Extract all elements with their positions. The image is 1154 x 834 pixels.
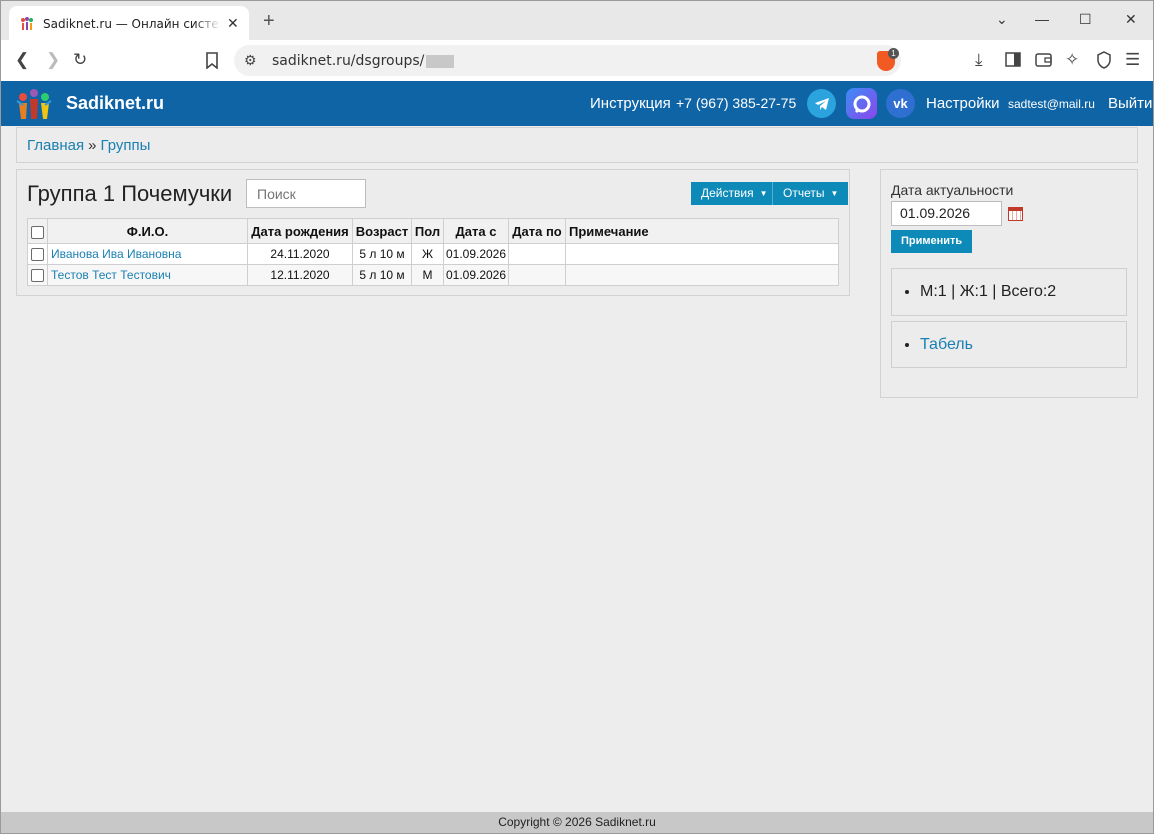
back-icon[interactable]: ❮ [15,50,29,70]
calendar-icon[interactable] [1008,207,1023,221]
sidebar-panel: Дата актуальности 01.09.2026 Применить М… [880,169,1138,398]
date-label: Дата актуальности [891,182,1014,198]
child-name-link[interactable]: Тестов Тест Тестович [51,268,171,282]
sadiknet-logo-icon[interactable] [15,87,53,121]
table-row: Иванова Ива Ивановна 24.11.2020 5 л 10 м… [27,243,839,265]
note-cell [565,264,839,286]
breadcrumb: Главная» Группы [16,127,1138,163]
site-settings-icon[interactable]: ⚙ [244,52,257,69]
column-header-sex[interactable]: Пол [411,218,444,244]
chevron-down-icon: ▼ [759,189,768,199]
date-from-cell: 01.09.2026 [443,264,509,286]
breadcrumb-groups-link[interactable]: Группы [100,137,150,154]
site-header: Sadiknet.ru Инструкция +7 (967) 385-27-7… [0,81,1154,126]
table-header-row: Ф.И.О. Дата рождения Возраст Пол Дата с … [27,218,839,244]
browser-tab-bar: Sadiknet.ru — Онлайн система у ✕ + ⌄ — ☐… [0,0,1154,41]
bookmark-icon[interactable] [205,52,219,69]
tab-title: Sadiknet.ru — Онлайн система у [43,16,221,31]
child-name-cell: Иванова Ива Ивановна [47,243,248,265]
search-input[interactable] [246,179,366,208]
vk-icon[interactable]: vk [886,89,915,118]
date-input[interactable]: 01.09.2026 [891,201,1002,226]
row-checkbox[interactable] [31,269,44,283]
leo-ai-icon[interactable]: ✧ [1065,50,1079,70]
note-cell [565,243,839,265]
reload-icon[interactable]: ↻ [73,50,87,70]
column-header-note[interactable]: Примечание [565,218,839,244]
column-header-birth[interactable]: Дата рождения [247,218,353,244]
column-header-age[interactable]: Возраст [352,218,412,244]
row-select-cell [27,243,48,265]
tab-search-chevron-icon[interactable]: ⌄ [996,11,1008,28]
row-select-cell [27,264,48,286]
close-tab-icon[interactable]: ✕ [227,15,239,32]
group-panel: Группа 1 Почемучки Действия ▼ Отчеты ▼ Ф.И… [16,169,850,296]
select-all-cell [27,218,48,244]
new-tab-icon[interactable]: + [263,10,275,33]
actions-label: Действия [701,186,754,200]
select-all-checkbox[interactable] [31,225,44,239]
breadcrumb-home-link[interactable]: Главная [27,137,84,154]
minimize-icon[interactable]: — [1035,11,1049,27]
vpn-shield-icon[interactable] [1096,51,1112,69]
max-messenger-icon[interactable] [846,88,877,119]
actions-dropdown-button[interactable]: Действия ▼ [691,182,778,205]
sex-cell: М [411,264,444,286]
brand-name[interactable]: Sadiknet.ru [66,93,164,114]
close-window-icon[interactable]: ✕ [1125,11,1137,28]
user-email[interactable]: sadtest@mail.ru [1008,97,1095,111]
phone-number: +7 (967) 385-27-75 [676,95,797,111]
date-from-cell: 01.09.2026 [443,243,509,265]
column-header-name[interactable]: Ф.И.О. [47,218,248,244]
logout-link[interactable]: Выйти [1108,95,1152,112]
birth-date-cell: 24.11.2020 [247,243,353,265]
wallet-icon[interactable] [1035,52,1052,67]
menu-icon[interactable]: ☰ [1125,50,1140,70]
sex-cell: Ж [411,243,444,265]
address-bar[interactable]: ⚙ sadiknet.ru/dsgroups/ 1 [234,45,901,76]
forward-icon[interactable]: ❯ [46,50,60,70]
download-icon[interactable]: ⤓ [975,50,983,70]
column-header-date-to[interactable]: Дата по [508,218,566,244]
url-redacted-segment [426,54,455,68]
site-favicon-icon [21,16,33,30]
breadcrumb-separator: » [88,137,97,154]
child-name-cell: Тестов Тест Тестович [47,264,248,286]
links-box: Табель [891,321,1127,368]
column-header-date-from[interactable]: Дата с [443,218,509,244]
age-cell: 5 л 10 м [352,243,412,265]
settings-link[interactable]: Настройки [926,95,1000,112]
chevron-down-icon: ▼ [830,189,839,199]
apply-button[interactable]: Применить [891,230,973,253]
date-to-cell [508,243,566,265]
browser-toolbar: ❮ ❯ ↻ ⚙ sadiknet.ru/dsgroups/ 1 ⤓ ✧ ☰ [0,40,1154,81]
child-name-link[interactable]: Иванова Ива Ивановна [51,247,181,261]
date-to-cell [508,264,566,286]
maximize-icon[interactable]: ☐ [1079,11,1092,28]
footer: Copyright © 2026 Sadiknet.ru [0,812,1154,834]
birth-date-cell: 12.11.2020 [247,264,353,286]
table-row: Тестов Тест Тестович 12.11.2020 5 л 10 м… [27,264,839,286]
tabel-link[interactable]: Табель [920,336,973,353]
reports-label: Отчеты [783,186,825,200]
reports-dropdown-button[interactable]: Отчеты ▼ [772,182,849,205]
browser-tab[interactable]: Sadiknet.ru — Онлайн система у ✕ [9,6,249,41]
row-checkbox[interactable] [31,248,44,262]
copyright-text: Copyright © 2026 Sadiknet.ru [498,815,656,829]
children-table: Ф.И.О. Дата рождения Возраст Пол Дата с … [27,218,839,286]
gender-stats: М:1 | Ж:1 | Всего:2 [920,283,1126,301]
telegram-icon[interactable] [807,89,836,118]
shields-count-badge: 1 [888,48,899,59]
instruction-link[interactable]: Инструкция [590,95,671,112]
age-cell: 5 л 10 м [352,264,412,286]
stats-box: М:1 | Ж:1 | Всего:2 [891,268,1127,316]
sidebar-toggle-icon[interactable] [1005,52,1021,67]
page-title: Группа 1 Почемучки [27,181,233,206]
url-text: sadiknet.ru/dsgroups/ [272,53,455,69]
